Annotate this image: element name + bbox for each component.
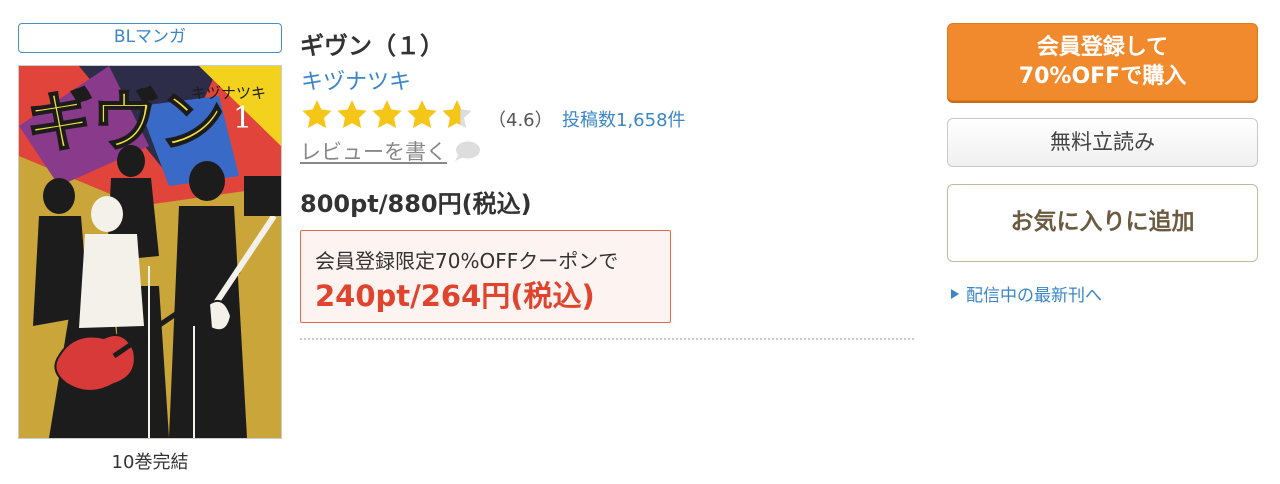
rating-value: （4.6） xyxy=(488,110,553,131)
buy-button-line2: 70%OFFで購入 xyxy=(1018,64,1187,89)
star-icon xyxy=(302,100,332,129)
book-title: ギヴン（１） xyxy=(300,32,444,60)
latest-volume-link[interactable]: 配信中の最新刊へ xyxy=(950,281,1102,306)
star-icon xyxy=(372,100,402,129)
triangle-right-icon xyxy=(951,288,959,299)
review-count-link[interactable]: 投稿数1,658件 xyxy=(562,106,686,132)
register-buy-button[interactable]: 会員登録して 70%OFFで購入 xyxy=(947,23,1258,101)
coupon-price: 240pt/264円(税込) xyxy=(315,279,595,313)
star-icon xyxy=(337,100,367,129)
cover-author-text: キヅナツキ xyxy=(191,84,266,102)
write-review-link[interactable]: レビューを書く xyxy=(300,136,481,166)
cover-volume-text: 1 xyxy=(233,101,252,136)
coupon-box: 会員登録限定70%OFFクーポンで 240pt/264円(税込) xyxy=(300,230,671,323)
coupon-label: 会員登録限定70%OFFクーポンで xyxy=(315,249,619,273)
author-link[interactable]: キヅナツキ xyxy=(301,64,411,96)
write-review-label: レビューを書く xyxy=(300,140,447,164)
book-cover-image[interactable]: ギヴン キヅナツキ 1 xyxy=(18,65,282,439)
speech-bubble-icon xyxy=(455,141,480,161)
buy-button-line1: 会員登録して xyxy=(1036,35,1169,60)
divider xyxy=(300,338,914,340)
add-favorite-button[interactable]: お気に入りに追加 xyxy=(947,184,1258,262)
book-price: 800pt/880円(税込) xyxy=(300,190,532,218)
volumes-note: 10巻完結 xyxy=(111,452,189,473)
star-icon xyxy=(407,100,437,129)
half-star-icon xyxy=(442,100,472,129)
genre-badge[interactable]: BLマンガ xyxy=(18,23,282,53)
free-read-button[interactable]: 無料立読み xyxy=(947,118,1258,167)
rating-stars xyxy=(300,98,475,132)
latest-volume-label: 配信中の最新刊へ xyxy=(966,286,1102,306)
